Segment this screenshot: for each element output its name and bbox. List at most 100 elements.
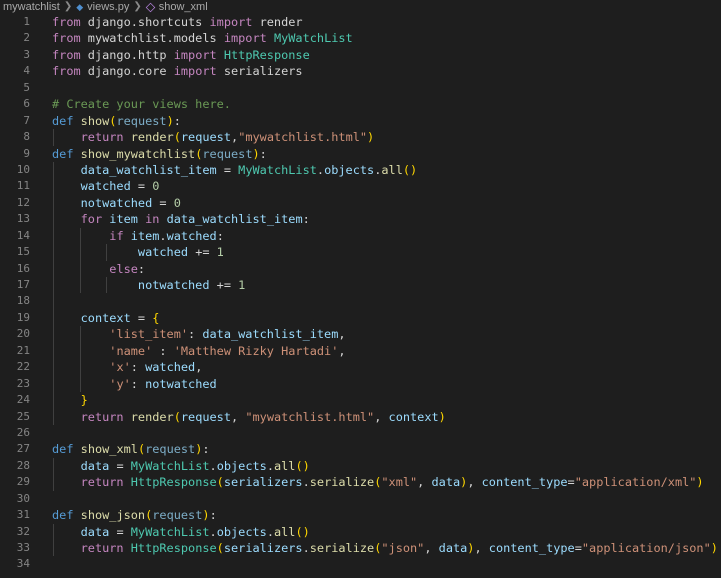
code-token: . (316, 162, 325, 177)
code-token: django.http (80, 47, 174, 62)
line-number: 17 (16, 278, 30, 291)
code-line[interactable]: 24 } (0, 392, 721, 409)
line-number: 31 (16, 508, 30, 522)
code-line[interactable]: 27 def show_xml(request): (0, 441, 721, 457)
code-line[interactable]: 14 if item.watched: (0, 227, 721, 245)
code-token: "application/xml" (574, 475, 697, 490)
code-token: : (216, 228, 224, 243)
code-line[interactable]: 10 data_watchlist_item = MyWatchList.obj… (0, 161, 721, 179)
code-token: () (295, 524, 310, 539)
code-token: request (145, 442, 196, 457)
indent-guide (53, 227, 54, 245)
line-code: 'name' : 'Matthew Rizky Hartadi', (52, 342, 346, 360)
code-line[interactable]: 3 from django.http import HttpResponse (0, 47, 721, 63)
line-number: 22 (16, 360, 30, 374)
line-code: return HttpResponse(serializers.serializ… (52, 474, 704, 491)
code-token: show_xml (80, 442, 138, 457)
indent-guide (53, 277, 54, 294)
code-token: from (52, 31, 81, 46)
code-line[interactable]: 17 notwatched += 1 (0, 277, 721, 294)
code-token: render (130, 409, 174, 424)
code-line[interactable]: 15 watched += 1 (0, 244, 721, 261)
breadcrumb-folder[interactable]: mywatchlist (3, 0, 60, 14)
code-editor[interactable]: 1 from django.shortcuts import render 2 fro… (0, 14, 721, 573)
code-token: = (130, 310, 153, 325)
line-code: return render(request,"mywatchlist.html"… (52, 129, 374, 146)
indent-guide (79, 227, 81, 245)
code-line[interactable]: 12 notwatched = 0 (0, 194, 721, 212)
code-token: } (80, 393, 88, 408)
code-line[interactable]: 23 'y': notwatched (0, 375, 721, 393)
code-token: MyWatchList (130, 458, 210, 473)
method-symbol-icon (145, 2, 156, 12)
code-line[interactable]: 18 (0, 293, 721, 310)
code-line[interactable]: 29 return HttpResponse(serializers.seria… (0, 474, 721, 491)
code-line[interactable]: 33 return HttpResponse(serializers.seria… (0, 540, 721, 557)
code-line[interactable]: 4 from django.core import serializers (0, 63, 721, 79)
code-line[interactable]: 25 return render(request, "mywatchlist.h… (0, 408, 721, 425)
code-line[interactable]: 20 'list_item': data_watchlist_item, (0, 326, 721, 343)
code-line[interactable]: 9 def show_mywatchlist(request): (0, 146, 721, 162)
code-line[interactable]: 26 (0, 425, 721, 441)
code-token: return (80, 130, 124, 145)
code-token: = (152, 195, 174, 210)
line-number: 20 (16, 327, 30, 341)
code-line[interactable]: 16 else: (0, 260, 721, 277)
code-token: content_type (488, 541, 575, 555)
breadcrumb-symbol[interactable]: show_xml (159, 0, 208, 14)
code-token: import (173, 47, 217, 62)
code-line[interactable]: 5 (0, 80, 721, 96)
indent-guide (53, 194, 54, 212)
code-token: ) (710, 541, 718, 555)
line-number: 3 (23, 47, 30, 61)
code-token: = (130, 179, 153, 194)
line-code: from mywatchlist.models import MyWatchLi… (52, 30, 353, 46)
code-line[interactable]: 28 data = MyWatchList.objects.all() (0, 457, 721, 475)
code-token: . (266, 524, 274, 539)
code-line[interactable]: 7 def show(request): (0, 113, 721, 129)
code-line[interactable]: 8 return render(request,"mywatchlist.htm… (0, 129, 721, 146)
code-line[interactable]: 11 watched = 0 (0, 178, 721, 195)
code-line[interactable]: 31 def show_json(request): (0, 507, 721, 523)
code-token: serializers (223, 475, 303, 490)
code-token: HttpResponse (130, 541, 217, 555)
code-token: ( (216, 541, 224, 555)
code-line[interactable]: 2 from mywatchlist.models import MyWatchL… (0, 30, 721, 46)
code-line[interactable]: 6 # Create your views here. (0, 96, 721, 112)
code-line[interactable]: 32 data = MyWatchList.objects.all() (0, 523, 721, 540)
code-line[interactable]: 13 for item in data_watchlist_item: (0, 211, 721, 228)
indent-guide (53, 211, 54, 228)
code-token: HttpResponse (130, 475, 217, 490)
code-token: item (130, 228, 160, 243)
code-token: notwatched (80, 195, 153, 210)
code-token: () (402, 162, 418, 177)
code-line[interactable]: 19 context = { (0, 309, 721, 327)
indent-guide (53, 326, 54, 343)
code-line[interactable]: 22 'x': watched, (0, 359, 721, 376)
code-token: notwatched (145, 376, 217, 391)
breadcrumb-file[interactable]: views.py (87, 0, 129, 14)
line-code: 'x': watched, (52, 359, 202, 376)
code-token: def (52, 442, 74, 457)
code-line[interactable]: 30 (0, 491, 721, 507)
code-token: watched (137, 245, 189, 260)
code-token: . (302, 475, 310, 490)
code-line[interactable]: 1 from django.shortcuts import render (0, 14, 721, 30)
code-line[interactable]: 34 (0, 556, 721, 572)
indent-guide (53, 540, 54, 557)
line-number: 28 (16, 458, 30, 472)
code-token: in (145, 212, 160, 227)
code-token: data (80, 524, 110, 539)
code-line[interactable]: 21 'name' : 'Matthew Rizky Hartadi', (0, 342, 721, 360)
code-token: , (424, 541, 439, 555)
line-number: 34 (16, 557, 30, 571)
